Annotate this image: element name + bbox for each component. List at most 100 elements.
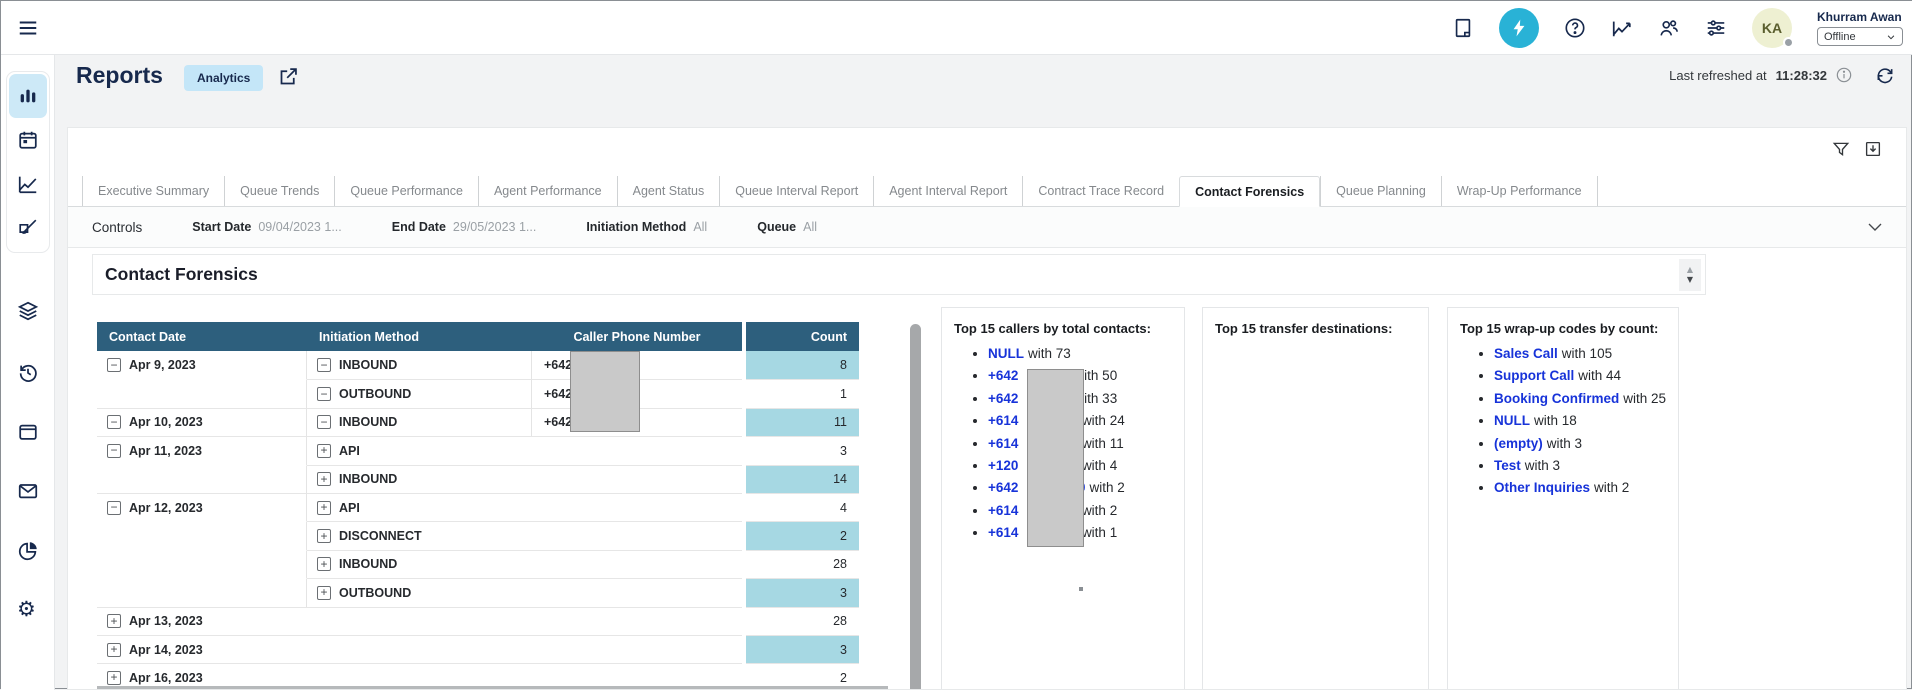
- expand-toggle-icon[interactable]: +: [107, 671, 121, 685]
- status-value: Offline: [1824, 31, 1856, 43]
- wrapup-link[interactable]: Test: [1494, 458, 1521, 473]
- sidebar-item-settings[interactable]: ⚙: [17, 598, 39, 620]
- filter-end-date[interactable]: End Date 29/05/2023 1...: [392, 220, 537, 234]
- caller-link[interactable]: +614: [988, 436, 1018, 451]
- metrics-chart-icon[interactable]: [1611, 17, 1633, 39]
- sidebar-item-pie[interactable]: [17, 540, 39, 562]
- table-row: + Apr 14, 2023: [97, 635, 742, 663]
- list-item: Booking Confirmedwith 25: [1494, 388, 1678, 410]
- expand-toggle-icon[interactable]: −: [317, 358, 331, 372]
- caller-link[interactable]: +614: [988, 503, 1018, 518]
- tab-queue-interval-report[interactable]: Queue Interval Report: [719, 176, 873, 206]
- tab-agent-status[interactable]: Agent Status: [617, 176, 720, 206]
- tab-queue-planning[interactable]: Queue Planning: [1320, 176, 1441, 206]
- filter-start-date[interactable]: Start Date 09/04/2023 1...: [192, 220, 341, 234]
- expand-toggle-icon[interactable]: −: [107, 501, 121, 515]
- filter-initiation-method[interactable]: Initiation Method All: [586, 220, 707, 234]
- report-title: Contact Forensics: [105, 264, 258, 285]
- sidebar-item-window[interactable]: [17, 421, 39, 443]
- sidebar-item-bar-chart[interactable]: [9, 74, 47, 118]
- initiation-method: API: [339, 501, 360, 515]
- tab-executive-summary[interactable]: Executive Summary: [82, 176, 224, 206]
- wrapup-link[interactable]: Other Inquiries: [1494, 480, 1590, 495]
- expand-toggle-icon[interactable]: +: [317, 501, 331, 515]
- expand-toggle-icon[interactable]: +: [317, 586, 331, 600]
- expand-toggle-icon[interactable]: −: [107, 444, 121, 458]
- lightning-bolt-icon[interactable]: [1499, 8, 1539, 48]
- caller-link[interactable]: +642: [988, 480, 1018, 495]
- caller-link[interactable]: +642: [988, 368, 1018, 383]
- horizontal-scrollbar[interactable]: [97, 686, 888, 690]
- expand-toggle-icon[interactable]: −: [107, 415, 121, 429]
- contact-date: Apr 14, 2023: [129, 643, 203, 657]
- sidebar-item-design[interactable]: [9, 206, 47, 250]
- col-contact-date[interactable]: Contact Date: [97, 330, 307, 344]
- tab-contact-forensics[interactable]: Contact Forensics: [1179, 176, 1320, 207]
- caller-link[interactable]: +614: [988, 413, 1018, 428]
- stepper-down-icon[interactable]: ▼: [1687, 276, 1693, 284]
- users-icon[interactable]: [1658, 17, 1680, 39]
- sidebar-item-history[interactable]: [17, 361, 39, 383]
- wrapup-link[interactable]: Booking Confirmed: [1494, 391, 1619, 406]
- external-link-icon[interactable]: [278, 66, 299, 87]
- sidebar-item-layers[interactable]: [17, 300, 39, 322]
- wrapup-link[interactable]: (empty): [1494, 436, 1543, 451]
- controls-label: Controls: [92, 220, 142, 235]
- sidebar-item-mail[interactable]: [17, 480, 39, 502]
- tab-agent-interval-report[interactable]: Agent Interval Report: [873, 176, 1022, 206]
- hamburger-menu-icon[interactable]: [17, 17, 39, 39]
- vertical-scrollbar[interactable]: [910, 324, 921, 690]
- tab-contract-trace-record[interactable]: Contract Trace Record: [1022, 176, 1179, 206]
- analytics-badge[interactable]: Analytics: [184, 65, 263, 91]
- caller-link[interactable]: +614: [988, 525, 1018, 540]
- sidebar-item-calendar[interactable]: [9, 118, 47, 162]
- tab-wrap-up-performance[interactable]: Wrap-Up Performance: [1441, 176, 1598, 206]
- note-icon[interactable]: [1452, 17, 1474, 39]
- panel-wrapup-codes: Top 15 wrap-up codes by count: Sales Cal…: [1447, 307, 1679, 690]
- layers-icon: [17, 300, 39, 322]
- user-info: Khurram Awan Offline: [1817, 10, 1903, 46]
- contact-date: Apr 13, 2023: [129, 614, 203, 628]
- controls-bar: Controls Start Date 09/04/2023 1... End …: [68, 207, 1906, 248]
- wrapup-link[interactable]: Support Call: [1494, 368, 1574, 383]
- list-item: Support Callwith 44: [1494, 365, 1678, 387]
- stepper-up-icon[interactable]: ▲: [1687, 266, 1693, 274]
- contact-date: Apr 16, 2023: [129, 671, 203, 685]
- tab-queue-performance[interactable]: Queue Performance: [334, 176, 478, 206]
- filter-queue[interactable]: Queue All: [757, 220, 817, 234]
- download-icon[interactable]: [1864, 140, 1882, 158]
- caller-link[interactable]: NULL: [988, 346, 1024, 361]
- sidebar-item-line-chart[interactable]: [9, 162, 47, 206]
- col-initiation-method[interactable]: Initiation Method: [307, 330, 532, 344]
- filter-icon[interactable]: [1832, 140, 1850, 158]
- refresh-icon[interactable]: [1875, 65, 1895, 85]
- expand-toggle-icon[interactable]: −: [317, 387, 331, 401]
- help-icon[interactable]: [1564, 17, 1586, 39]
- col-caller-phone[interactable]: Caller Phone Number: [532, 330, 742, 344]
- controls-collapse-chevron-icon[interactable]: [1866, 218, 1884, 236]
- col-count[interactable]: Count: [746, 322, 859, 351]
- expand-toggle-icon[interactable]: −: [107, 358, 121, 372]
- table-row: −OUTBOUND+642: [97, 379, 742, 407]
- expand-toggle-icon[interactable]: +: [317, 557, 331, 571]
- expand-toggle-icon[interactable]: +: [317, 529, 331, 543]
- tab-agent-performance[interactable]: Agent Performance: [478, 176, 617, 206]
- redaction-box: [1027, 369, 1084, 547]
- avatar[interactable]: KA: [1752, 8, 1792, 48]
- caller-link[interactable]: +120: [988, 458, 1018, 473]
- count-cell: 8: [746, 351, 859, 379]
- tab-queue-trends[interactable]: Queue Trends: [224, 176, 334, 206]
- table-row: −Apr 11, 2023+API: [97, 436, 742, 464]
- expand-toggle-icon[interactable]: +: [317, 472, 331, 486]
- expand-toggle-icon[interactable]: +: [107, 643, 121, 657]
- wrapup-link[interactable]: NULL: [1494, 413, 1530, 428]
- caller-link[interactable]: +642: [988, 391, 1018, 406]
- sliders-icon[interactable]: [1705, 17, 1727, 39]
- expand-toggle-icon[interactable]: −: [317, 415, 331, 429]
- status-select[interactable]: Offline: [1817, 27, 1903, 46]
- list-item: +6142with 2: [988, 500, 1184, 522]
- expand-toggle-icon[interactable]: +: [317, 444, 331, 458]
- info-icon[interactable]: [1836, 67, 1852, 83]
- expand-toggle-icon[interactable]: +: [107, 614, 121, 628]
- wrapup-link[interactable]: Sales Call: [1494, 346, 1558, 361]
